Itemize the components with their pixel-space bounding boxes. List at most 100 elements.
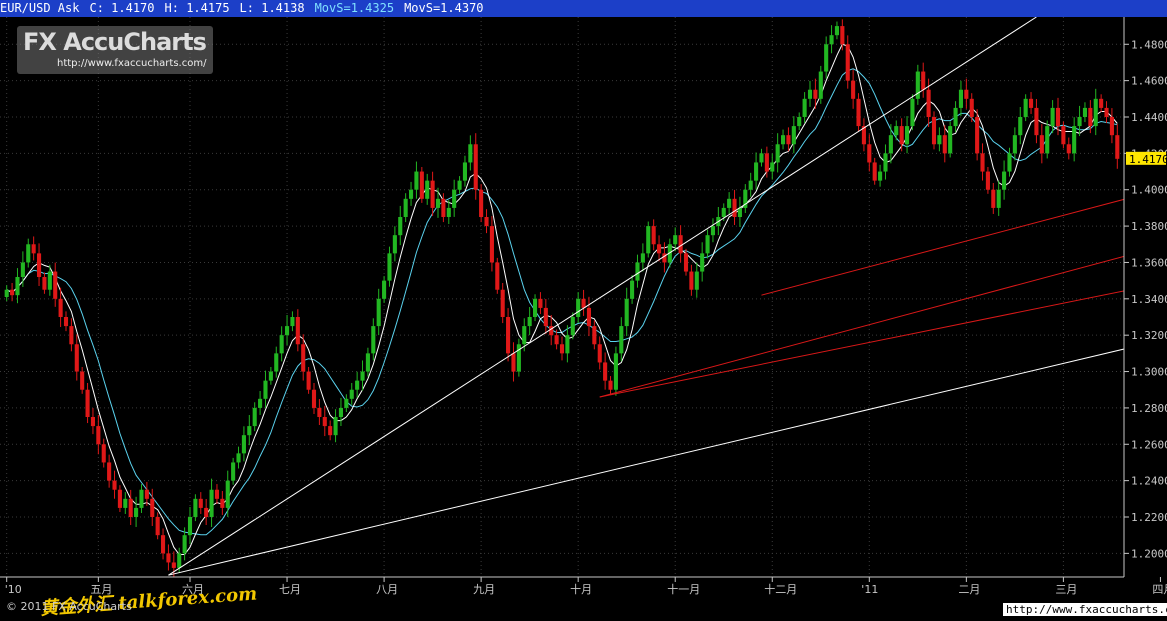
- candle-body: [107, 462, 112, 481]
- candle-body: [85, 389, 90, 417]
- price-chart[interactable]: 1.48001.46001.44001.42001.40001.38001.36…: [0, 17, 1167, 600]
- candle-body: [355, 380, 360, 390]
- candle-body: [689, 271, 694, 290]
- candle-body: [656, 244, 662, 254]
- candle-body: [818, 71, 823, 99]
- candle-body: [991, 189, 996, 208]
- candle-body: [586, 307, 592, 327]
- candle-body: [678, 235, 683, 254]
- x-tick-label: 四月: [1152, 583, 1167, 596]
- candle-body: [797, 117, 802, 127]
- candle-body: [15, 277, 20, 296]
- symbol-label: EUR/USD Ask: [0, 1, 80, 15]
- candle-body: [996, 189, 1001, 208]
- candle-body: [495, 262, 500, 290]
- candle-body: [770, 162, 775, 172]
- candle-body: [365, 353, 370, 372]
- y-tick-label: 1.3600: [1131, 256, 1167, 269]
- site-url[interactable]: http://www.fxaccucharts.com: [1003, 603, 1167, 616]
- candle-body: [888, 135, 893, 154]
- x-tick-label: '10: [5, 583, 22, 596]
- y-tick-label: 1.4800: [1131, 38, 1167, 51]
- high-label: H: 1.4175: [164, 1, 230, 15]
- candle-body: [473, 144, 478, 190]
- candle-body: [333, 417, 338, 436]
- candle-body: [754, 162, 759, 181]
- y-tick-label: 1.2400: [1131, 475, 1167, 488]
- x-tick-label: 二月: [958, 583, 980, 596]
- candle-body: [856, 98, 861, 127]
- x-tick-label: 八月: [376, 583, 398, 596]
- candle-body: [613, 353, 618, 390]
- candle-body: [301, 344, 306, 372]
- candle-body: [921, 71, 926, 90]
- candle-body: [581, 298, 586, 308]
- candle-body: [47, 271, 52, 290]
- candle-body: [543, 307, 548, 327]
- candle-body: [759, 153, 764, 163]
- candle-body: [247, 426, 252, 436]
- candle-body: [63, 317, 69, 327]
- candle-body: [1061, 126, 1066, 145]
- candle-body: [468, 144, 473, 163]
- candle-body: [500, 289, 505, 317]
- candle-body: [635, 262, 640, 281]
- candle-body: [263, 380, 268, 399]
- candle-body: [878, 171, 883, 181]
- candle-body: [376, 298, 381, 327]
- candle-body: [430, 180, 435, 208]
- candle-body: [683, 253, 689, 272]
- candle-body: [748, 180, 753, 190]
- candle-body: [937, 135, 942, 145]
- candle-body: [489, 226, 494, 263]
- candle-body: [721, 207, 726, 217]
- candle-body: [964, 89, 969, 99]
- candle-body: [975, 117, 980, 154]
- candle-body: [554, 335, 559, 345]
- candle-body: [872, 162, 877, 181]
- candle-body: [187, 517, 193, 536]
- candle-body: [840, 26, 845, 45]
- trendline-white: [168, 17, 1037, 576]
- candle-body: [791, 126, 796, 145]
- candle-body: [457, 180, 462, 190]
- candle-body: [382, 280, 387, 299]
- candle-body: [112, 480, 117, 490]
- y-tick-label: 1.4400: [1131, 111, 1167, 124]
- candle-body: [1018, 117, 1023, 136]
- candle-body: [90, 417, 96, 427]
- candle-body: [651, 226, 656, 245]
- x-tick-label: 七月: [279, 583, 301, 596]
- candle-body: [829, 35, 834, 45]
- candle-body: [845, 44, 850, 81]
- candle-body: [20, 262, 25, 277]
- candle-body: [484, 217, 489, 227]
- candle-body: [42, 277, 47, 290]
- candle-body: [1007, 153, 1012, 172]
- candle-body: [1028, 98, 1034, 108]
- candle-body: [295, 317, 300, 345]
- candle-body: [425, 180, 430, 199]
- candle-body: [225, 480, 230, 508]
- candle-body: [338, 407, 344, 417]
- y-tick-label: 1.4000: [1131, 184, 1167, 197]
- low-label: L: 1.4138: [239, 1, 305, 15]
- candle-body: [532, 298, 538, 317]
- candle-body: [980, 153, 985, 172]
- chart-header: EUR/USD Ask C: 1.4170 H: 1.4175 L: 1.4138 Mo…: [0, 0, 1167, 17]
- candle-body: [570, 317, 575, 336]
- logo-url: http://www.fxaccucharts.com/: [57, 58, 207, 69]
- candle-body: [392, 235, 397, 254]
- logo-brand: FX AccuCharts: [23, 28, 207, 56]
- candle-body: [134, 507, 139, 517]
- candle-body: [198, 498, 203, 508]
- candle-body: [328, 426, 333, 436]
- candle-body: [1055, 107, 1061, 127]
- candle-body: [899, 126, 904, 145]
- candle-body: [160, 535, 166, 554]
- candle-body: [1050, 107, 1055, 127]
- candle-body: [694, 271, 699, 290]
- candle-body: [408, 189, 414, 199]
- candle-body: [128, 498, 133, 517]
- candle-body: [398, 217, 403, 236]
